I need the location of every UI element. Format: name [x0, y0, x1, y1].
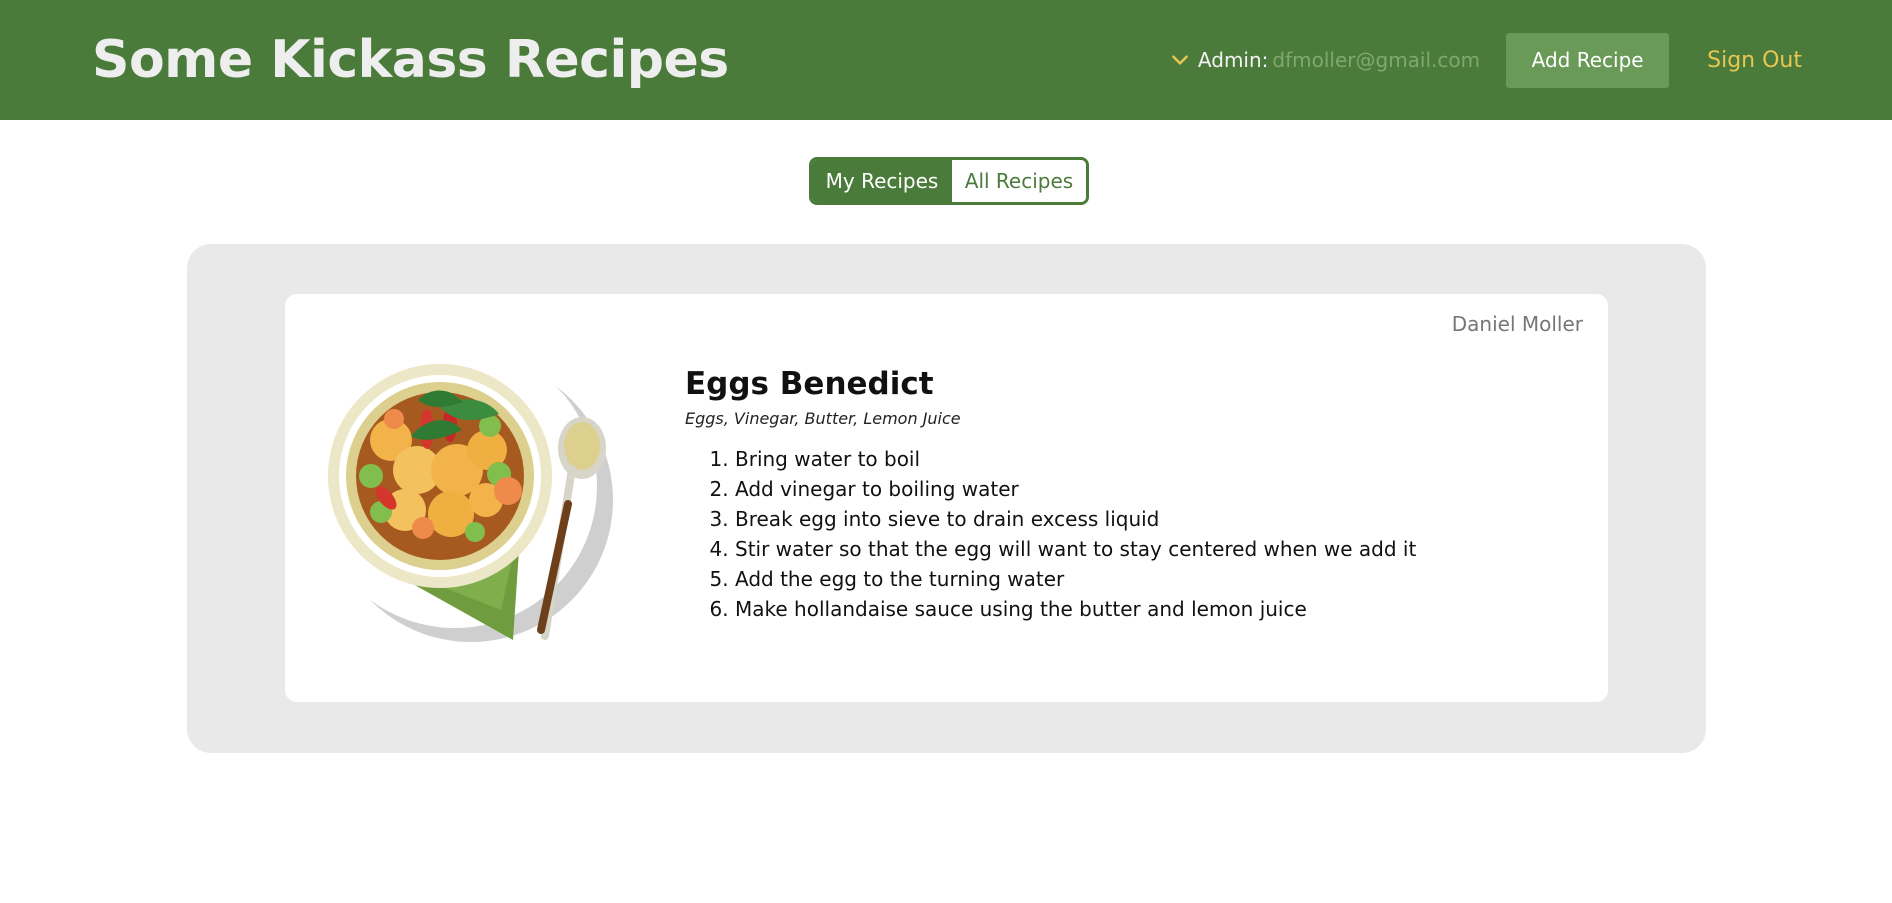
- recipe-author: Daniel Moller: [1451, 312, 1583, 336]
- recipe-ingredients: Eggs, Vinegar, Butter, Lemon Juice: [685, 409, 961, 429]
- top-header: Some Kickass Recipes Admin: dfmoller@gma…: [0, 0, 1892, 120]
- admin-label: Admin:: [1197, 48, 1269, 72]
- admin-info: Admin: dfmoller@gmail.com: [1170, 48, 1480, 72]
- recipe-steps: Bring water to boil Add vinegar to boili…: [685, 444, 1525, 624]
- recipes-panel: Daniel Moller Eggs Benedict Eggs, Vinega…: [187, 244, 1706, 753]
- recipe-step: Add the egg to the turning water: [735, 564, 1525, 594]
- chevron-down-icon[interactable]: [1170, 50, 1190, 70]
- recipe-card[interactable]: Daniel Moller Eggs Benedict Eggs, Vinega…: [285, 294, 1608, 702]
- recipe-step: Break egg into sieve to drain excess liq…: [735, 504, 1525, 534]
- recipe-view-toggle: My Recipes All Recipes: [809, 157, 1089, 205]
- recipe-step: Make hollandaise sauce using the butter …: [735, 594, 1525, 624]
- tab-all-recipes[interactable]: All Recipes: [952, 160, 1086, 202]
- recipe-image: [305, 344, 623, 646]
- recipe-step: Add vinegar to boiling water: [735, 474, 1525, 504]
- recipe-content: Eggs Benedict Eggs, Vinegar, Butter, Lem…: [685, 366, 1525, 624]
- recipe-step: Bring water to boil: [735, 444, 1525, 474]
- food-bowl-illustration: [313, 344, 613, 642]
- recipe-title: Eggs Benedict: [685, 366, 934, 402]
- sign-out-link[interactable]: Sign Out: [1707, 48, 1802, 73]
- add-recipe-button[interactable]: Add Recipe: [1506, 32, 1670, 88]
- tab-my-recipes[interactable]: My Recipes: [812, 160, 952, 202]
- header-actions: Admin: dfmoller@gmail.com Add Recipe Sig…: [1170, 32, 1802, 88]
- site-title: Some Kickass Recipes: [92, 30, 729, 90]
- recipe-step: Stir water so that the egg will want to …: [735, 534, 1525, 564]
- admin-email: dfmoller@gmail.com: [1272, 48, 1481, 72]
